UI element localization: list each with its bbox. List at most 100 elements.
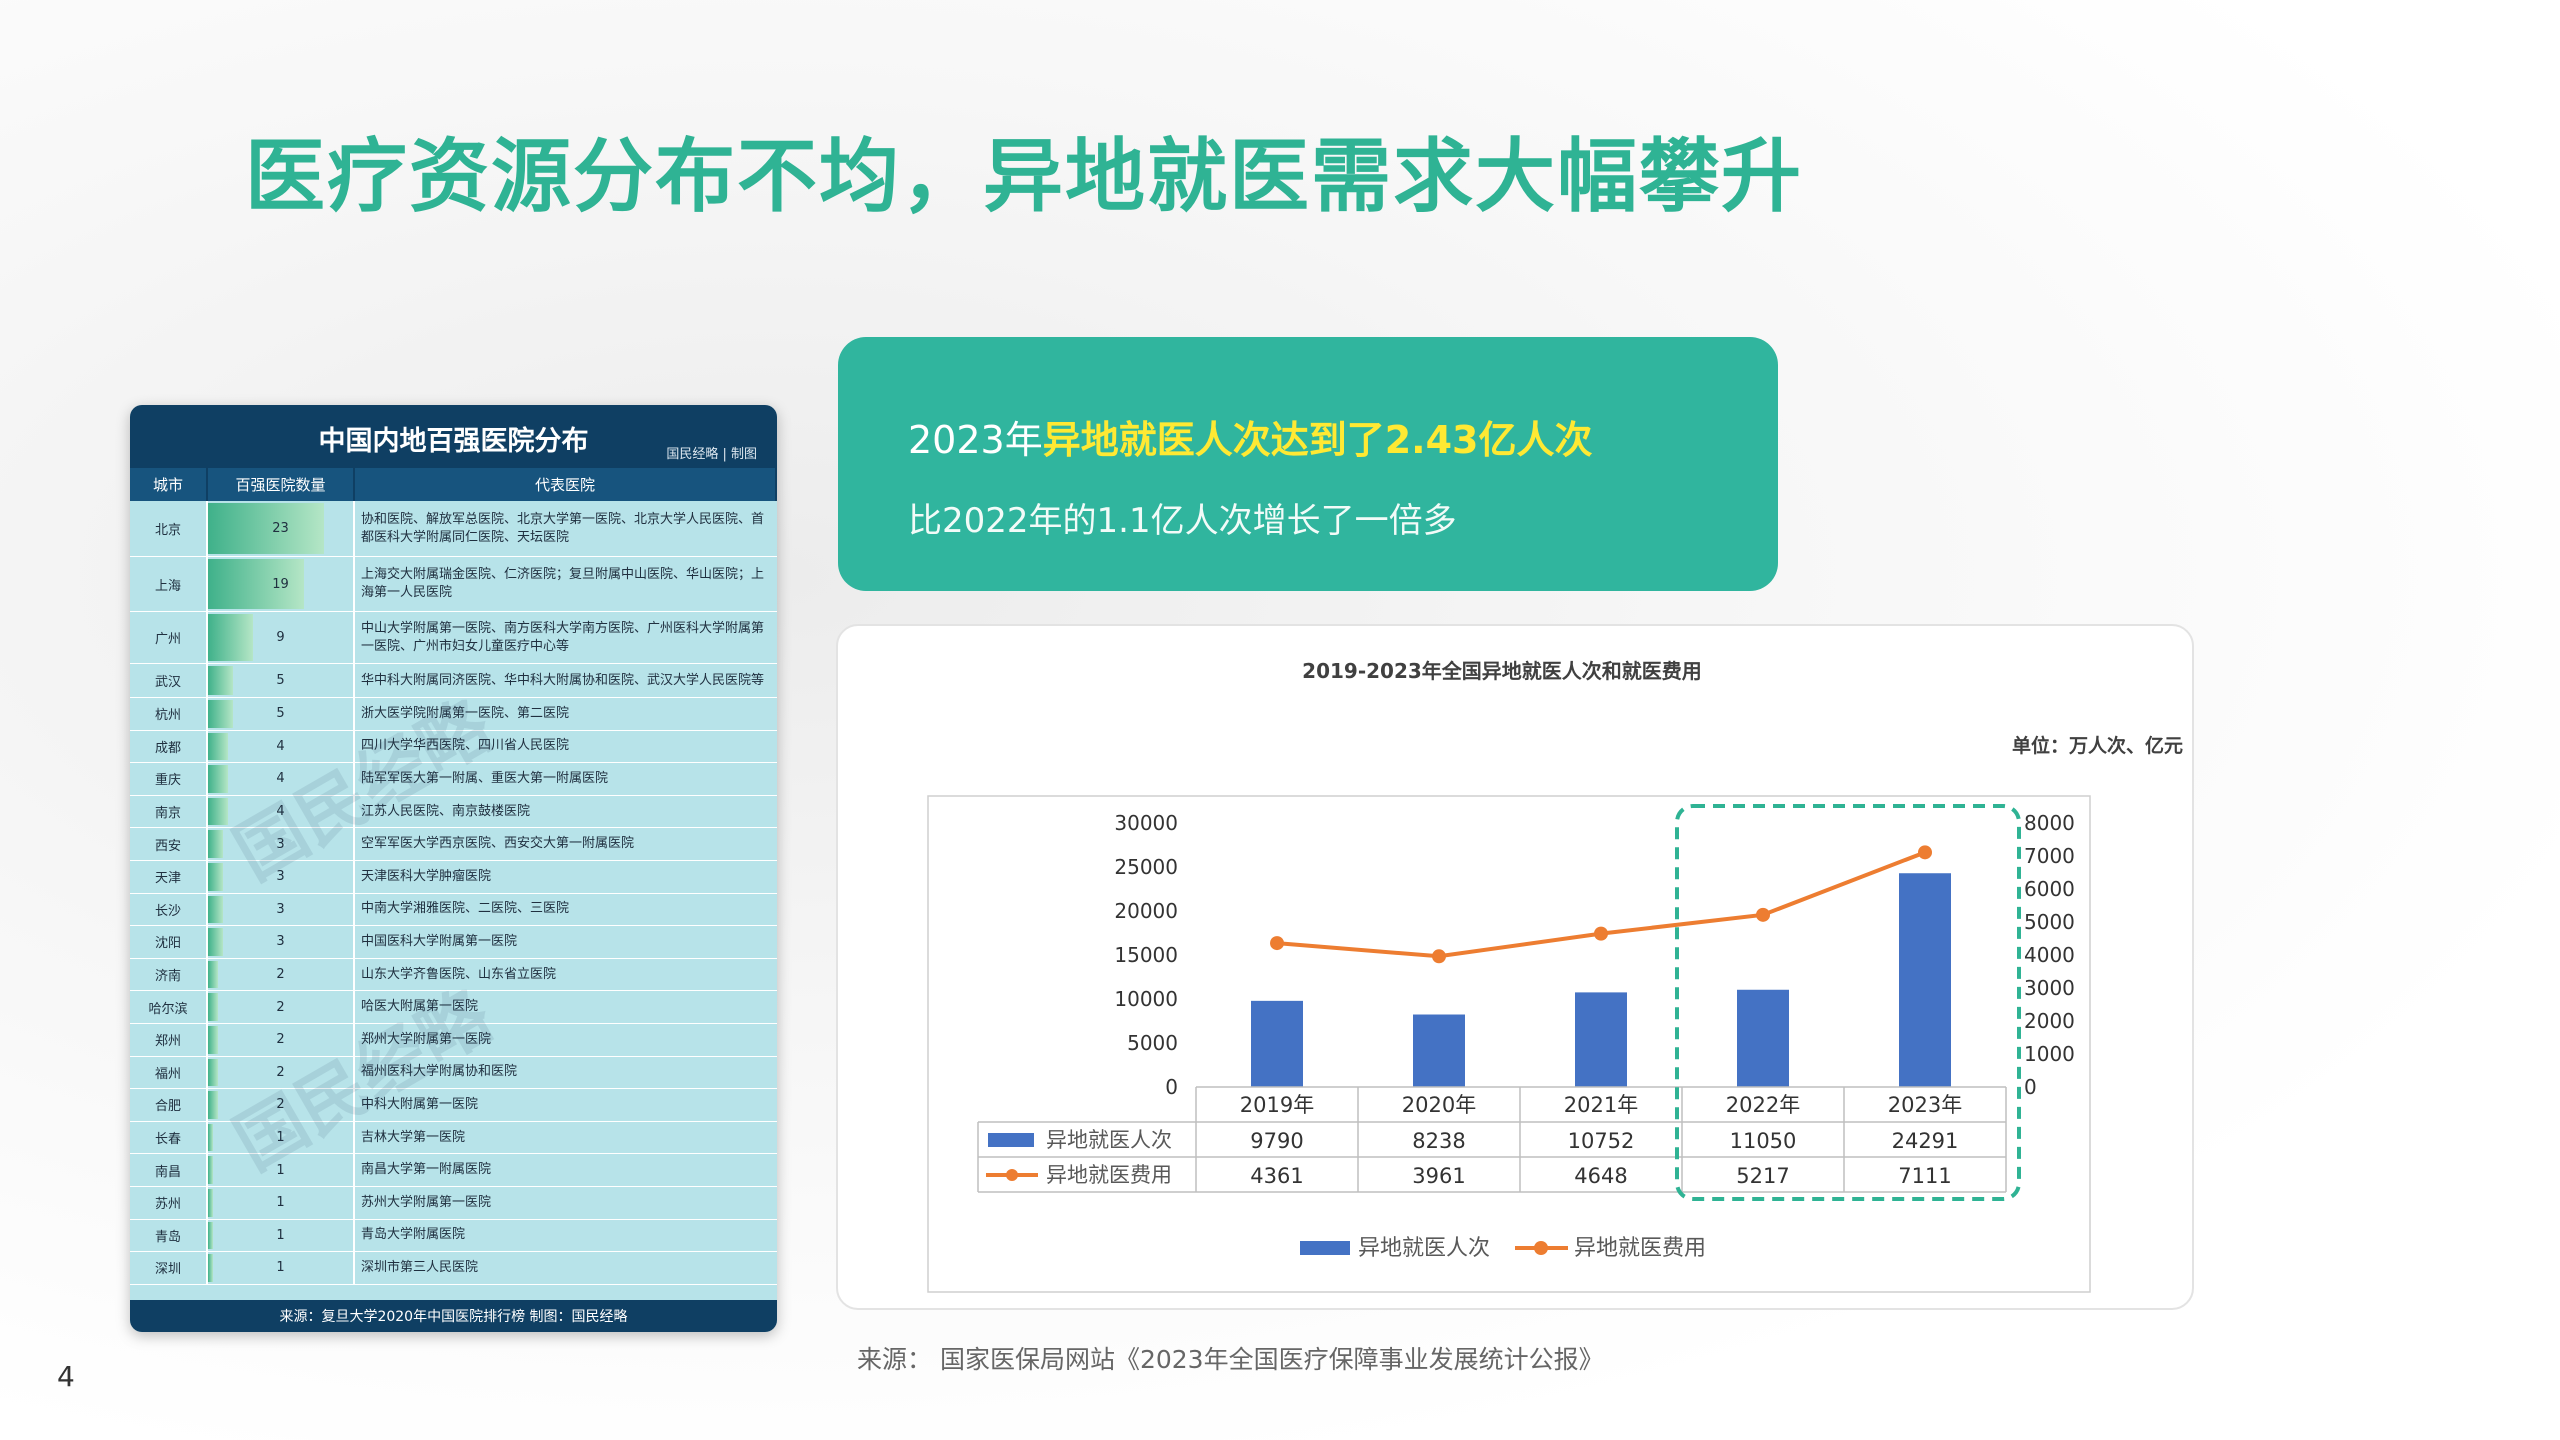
row-count: 4 xyxy=(208,730,355,763)
row-count: 5 xyxy=(208,698,355,730)
callout-year: 2023年 xyxy=(908,418,1043,462)
count-value: 5 xyxy=(276,706,285,722)
count-value: 3 xyxy=(276,901,285,917)
row-count: 9 xyxy=(208,612,355,663)
legend-bar-label: 异地就医人次 xyxy=(1358,1236,1490,1261)
row-hospitals: 深圳市第三人民医院 xyxy=(361,1259,479,1275)
count-value: 1 xyxy=(276,1195,285,1211)
table-row: 合肥 2 中科大附属第一医院 xyxy=(130,1089,777,1122)
table-body: 北京 23 协和医院、解放军总医院、北京大学第一医院、北京大学人民医院、首都医科大学… xyxy=(130,501,777,1285)
count-value: 1 xyxy=(276,1162,285,1178)
chart: 2019-2023年全国异地就医人次和就医费用单位：万人次、亿元 0 5000 100… xyxy=(927,659,2183,1293)
count-value: 23 xyxy=(272,521,289,536)
row-count: 1 xyxy=(208,1186,355,1219)
y-right-tick: 6000 xyxy=(2024,877,2075,901)
table-value: 10752 xyxy=(1568,1129,1635,1153)
row-city: 济南 xyxy=(130,958,208,991)
row-city: 北京 xyxy=(130,501,208,556)
y-left-tick: 20000 xyxy=(1114,899,1178,923)
row-city: 青岛 xyxy=(130,1219,208,1252)
table-row: 天津 3 天津医科大学肿瘤医院 xyxy=(130,860,777,894)
table-value: 3961 xyxy=(1412,1164,1465,1188)
bar xyxy=(1413,1014,1465,1087)
table-row: 哈尔滨 2 哈医大附属第一医院 xyxy=(130,991,777,1024)
table-row: 上海 19 上海交大附属瑞金医院、仁济医院；复旦附属中山医院、华山医院；上海第一人民… xyxy=(130,557,777,612)
table-row: 苏州 1 苏州大学附属第一医院 xyxy=(130,1186,777,1220)
row-count: 3 xyxy=(208,828,355,860)
bar xyxy=(1737,989,1789,1087)
count-value: 1 xyxy=(276,1130,285,1146)
count-value: 1 xyxy=(276,1227,285,1243)
table-row: 深圳 1 深圳市第三人民医院 xyxy=(130,1252,777,1285)
table-series-name: 异地就医费用 xyxy=(1046,1163,1172,1187)
callout-line2: 比2022年的1.1亿人次增长了一倍多 xyxy=(908,501,1457,541)
count-value: 4 xyxy=(276,738,285,754)
row-city: 长春 xyxy=(130,1121,208,1154)
count-value: 9 xyxy=(276,630,285,645)
table-row: 济南 2 山东大学齐鲁医院、山东省立医院 xyxy=(130,958,777,992)
count-value: 2 xyxy=(276,1032,285,1048)
row-hospitals: 苏州大学附属第一医院 xyxy=(361,1194,492,1210)
row-count: 2 xyxy=(208,958,355,991)
row-count: 3 xyxy=(208,893,355,926)
y-right-tick: 7000 xyxy=(2024,844,2075,868)
row-city: 成都 xyxy=(130,730,208,763)
row-city: 长沙 xyxy=(130,893,208,926)
row-count: 5 xyxy=(208,664,355,697)
table-row: 青岛 1 青岛大学附属医院 xyxy=(130,1219,777,1253)
table-row: 南京 4 江苏人民医院、南京鼓楼医院 xyxy=(130,795,777,829)
row-hospitals: 哈医大附属第一医院 xyxy=(361,999,479,1015)
page-number: 4 xyxy=(57,1360,75,1393)
row-count: 3 xyxy=(208,926,355,958)
y-left-tick: 30000 xyxy=(1114,811,1178,835)
row-count: 2 xyxy=(208,1089,355,1121)
highlight-callout: 2023年异地就医人次达到了2.43亿人次 比2022年的1.1亿人次增长了一倍… xyxy=(838,337,1778,591)
row-city: 南昌 xyxy=(130,1154,208,1186)
table-value: 11050 xyxy=(1730,1129,1797,1153)
count-value: 4 xyxy=(276,804,285,820)
row-hospitals: 协和医院、解放军总医院、北京大学第一医院、北京大学人民医院、首都医科大学附属同仁… xyxy=(361,511,765,545)
row-city: 武汉 xyxy=(130,664,208,697)
source-footnote: 来源： 国家医保局网站《2023年全国医疗保障事业发展统计公报》 xyxy=(857,1345,1604,1374)
line-point xyxy=(1594,926,1608,941)
row-hospitals: 郑州大学附属第一医院 xyxy=(361,1031,492,1047)
table-value: 4648 xyxy=(1574,1164,1627,1188)
callout-highlight: 异地就医人次达到了2.43亿人次 xyxy=(1042,418,1593,462)
row-city: 上海 xyxy=(130,557,208,611)
x-category-label: 2021年 xyxy=(1564,1093,1638,1117)
table-row: 武汉 5 华中科大附属同济医院、华中科大附属协和医院、武汉大学人民医院等 xyxy=(130,664,777,698)
y-right-tick: 5000 xyxy=(2024,910,2075,934)
count-value: 4 xyxy=(276,771,285,787)
row-hospitals: 山东大学齐鲁医院、山东省立医院 xyxy=(361,966,557,982)
count-value: 1 xyxy=(276,1260,285,1276)
table-row: 郑州 2 郑州大学附属第一医院 xyxy=(130,1023,777,1057)
row-city: 南京 xyxy=(130,795,208,828)
page-title: 医疗资源分布不均，异地就医需求大幅攀升 xyxy=(245,130,1803,223)
row-count: 1 xyxy=(208,1121,355,1154)
count-value: 3 xyxy=(276,934,285,950)
table-value: 4361 xyxy=(1250,1164,1303,1188)
highlight-box xyxy=(1675,804,2021,1201)
table-row: 杭州 5 浙大医学院附属第一医院、第二医院 xyxy=(130,698,777,731)
legend-line-label: 异地就医费用 xyxy=(1574,1236,1706,1261)
row-count: 4 xyxy=(208,763,355,795)
chart-panel: 2019-2023年全国异地就医人次和就医费用 单位：万人次、亿元 0 5000 100… xyxy=(836,624,2194,1310)
row-hospitals: 空军军医大学西京医院、西安交大第一附属医院 xyxy=(361,836,635,852)
row-hospitals: 福州医科大学附属协和医院 xyxy=(361,1064,518,1080)
series-line xyxy=(1276,850,1926,959)
count-value: 2 xyxy=(276,967,285,983)
table-row: 北京 23 协和医院、解放军总医院、北京大学第一医院、北京大学人民医院、首都医科大学… xyxy=(130,501,777,557)
row-city: 苏州 xyxy=(130,1186,208,1219)
bar xyxy=(1575,992,1627,1087)
row-count: 4 xyxy=(208,795,355,828)
column-hospitals: 代表医院 xyxy=(355,468,777,501)
table-row: 南昌 1 南昌大学第一附属医院 xyxy=(130,1154,777,1187)
line-point xyxy=(1756,907,1770,922)
y-left-tick: 0 xyxy=(1165,1075,1178,1099)
legend-bar-swatch xyxy=(1300,1241,1350,1255)
row-city: 沈阳 xyxy=(130,926,208,958)
row-hospitals: 浙大医学院附属第一医院、第二医院 xyxy=(361,705,570,721)
table-row: 广州 9 中山大学附属第一医院、南方医科大学南方医院、广州医科大学附属第一医院、广州… xyxy=(130,612,777,664)
row-count: 2 xyxy=(208,991,355,1023)
row-hospitals: 中国医科大学附属第一医院 xyxy=(361,933,518,949)
